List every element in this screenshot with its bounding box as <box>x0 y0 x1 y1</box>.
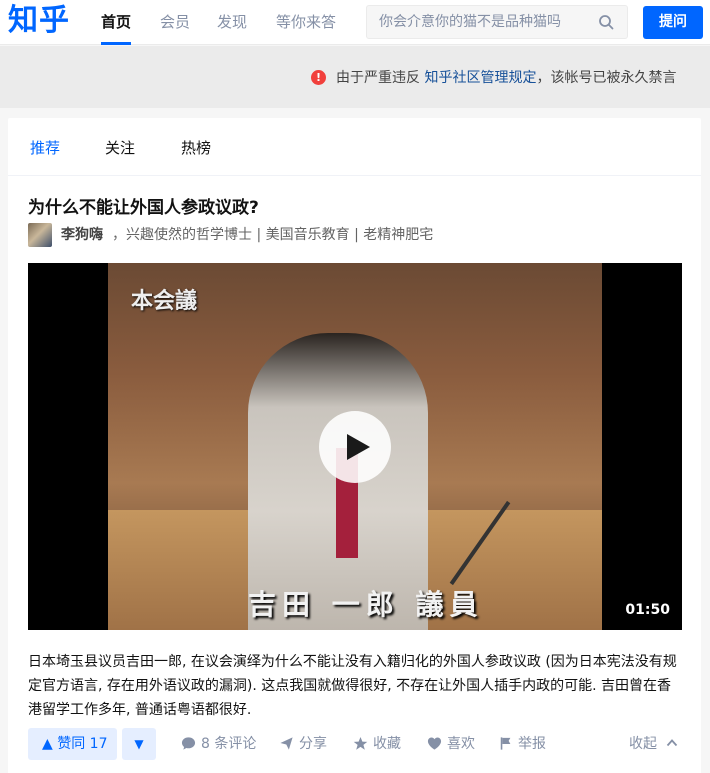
share-button[interactable]: 分享 <box>279 728 327 760</box>
comment-button[interactable]: 8 条评论 <box>181 728 256 760</box>
question-title[interactable]: 为什么不能让外国人参政议政? <box>28 196 259 220</box>
favorite-button[interactable]: 收藏 <box>353 728 401 760</box>
search-input[interactable] <box>379 6 589 38</box>
heart-icon <box>427 737 442 750</box>
ban-notice-text: 由于严重违反 知乎社区管理规定，该帐号已被永久禁言 <box>336 68 676 88</box>
star-icon <box>353 736 368 750</box>
feed-card: 推荐 关注 热榜 为什么不能让外国人参政议政? 李狗嗨 ，兴趣使然的哲学博士 |… <box>8 118 701 773</box>
comment-count: 8 条评论 <box>201 736 257 752</box>
upvote-button[interactable]: ▲ 赞同 17 <box>28 728 117 760</box>
nav-waiting-answers[interactable]: 等你来答 <box>276 0 336 45</box>
feed-tabs: 推荐 关注 热榜 <box>8 118 701 176</box>
author-name[interactable]: 李狗嗨 <box>61 226 103 244</box>
video-caption: 吉田 一郎 議員 <box>248 588 484 621</box>
collapse-button[interactable]: 收起 <box>629 728 678 760</box>
top-bar: 知乎 首页 会员 发现 等你来答 提问 <box>0 0 710 45</box>
tab-following[interactable]: 关注 <box>105 137 135 159</box>
downvote-button[interactable]: ▼ <box>122 728 156 760</box>
warning-icon: ! <box>311 70 326 85</box>
video-player[interactable]: 本会議 吉田 一郎 議員 01:50 <box>28 263 682 630</box>
ban-notice-banner: ! 由于严重违反 知乎社区管理规定，该帐号已被永久禁言 <box>0 46 710 108</box>
share-icon <box>280 737 293 750</box>
nav-discover[interactable]: 发现 <box>217 0 247 45</box>
zhihu-logo[interactable]: 知乎 <box>8 1 70 41</box>
search-icon[interactable] <box>598 14 614 30</box>
nav-home[interactable]: 首页 <box>101 0 132 45</box>
tab-hot-list[interactable]: 热榜 <box>181 137 211 159</box>
answer-excerpt[interactable]: 日本埼玉县议员吉田一郎, 在议会演绎为什么不能让没有入籍归化的外国人参政议政 (… <box>28 650 684 722</box>
chevron-up-icon <box>667 739 678 747</box>
report-button[interactable]: 举报 <box>499 728 546 760</box>
flag-icon <box>500 737 511 750</box>
video-overlay-label: 本会議 <box>131 288 198 314</box>
ask-button[interactable]: 提问 <box>643 6 703 39</box>
community-rules-link[interactable]: 知乎社区管理规定 <box>424 70 536 86</box>
play-button[interactable] <box>319 411 391 483</box>
author-bio: ，兴趣使然的哲学博士 | 美国音乐教育 | 老精神肥宅 <box>112 227 434 243</box>
action-bar: ▲ 赞同 17 ▼ 8 条评论 分享 收藏 喜欢 举报 收起 <box>28 728 684 762</box>
collapse-label: 收起 <box>629 736 657 752</box>
nav-membership[interactable]: 会员 <box>160 0 190 45</box>
report-label: 举报 <box>518 736 546 752</box>
comment-icon <box>181 737 196 750</box>
search-box <box>366 5 628 39</box>
ban-notice-suffix: ，该帐号已被永久禁言 <box>536 70 677 86</box>
like-button[interactable]: 喜欢 <box>427 728 475 760</box>
play-icon <box>347 434 370 460</box>
favorite-label: 收藏 <box>373 736 401 752</box>
avatar[interactable] <box>28 223 52 247</box>
tab-recommend[interactable]: 推荐 <box>30 137 60 159</box>
ban-notice-prefix: 由于严重违反 <box>336 70 420 86</box>
author-info: 李狗嗨 ，兴趣使然的哲学博士 | 美国音乐教育 | 老精神肥宅 <box>28 222 688 248</box>
like-label: 喜欢 <box>447 736 475 752</box>
video-duration: 01:50 <box>625 602 670 618</box>
share-label: 分享 <box>299 736 327 752</box>
